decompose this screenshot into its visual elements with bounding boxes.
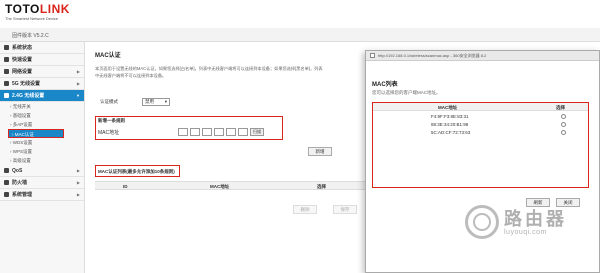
mac-address: 5C:AD:CF:72:73:63 — [431, 129, 471, 135]
popup-url: http://192.168.0.1/wireless/scanmac.asp … — [378, 52, 487, 58]
subitem-wireless-switch[interactable]: › 无线开关 — [0, 102, 84, 111]
table-row: 5C:AD:CF:72:73:63 — [373, 128, 588, 136]
watermark: 路由器 luyouqi.com — [465, 205, 567, 239]
firewall-icon — [4, 180, 9, 185]
monitor-icon — [4, 45, 9, 50]
chevron-right-icon: ▶ — [76, 81, 80, 86]
table-row: F4:9F:F3:8E:83:31 — [373, 112, 588, 120]
page-description: 本页面用于设置无线的MAC认证，如果您选择[白名单]，列表中无线客户端将可以连接… — [95, 66, 323, 78]
page-icon — [370, 53, 375, 58]
firmware-version: 固件版本 V5.2.C — [12, 33, 49, 39]
mac-list-title: MAC认证列表(最多允许添加10条规则) — [98, 169, 175, 174]
table-row: 88:3E:34:20:B1:98 — [373, 120, 588, 128]
popup-description: 您可以选择您的客户端MAC地址。 — [372, 90, 441, 95]
delete-button[interactable]: 删除 — [293, 205, 317, 214]
mac-list-title-box: MAC认证列表(最多允许添加10条规则) — [95, 165, 180, 177]
version-bar: 固件版本 V5.2.C — [0, 28, 600, 42]
auth-mode-select[interactable]: 禁用 ▾ — [142, 98, 170, 106]
add-button[interactable]: 新增 — [308, 147, 332, 156]
col-mac: MAC地址 — [438, 104, 458, 110]
sidebar-item-network[interactable]: 网络设置 ▶ — [0, 66, 84, 78]
auth-mode-label: 认证模式 — [100, 99, 118, 104]
chevron-down-icon: ▼ — [76, 93, 80, 98]
col-select: 选择 — [317, 184, 326, 189]
scan-button[interactable]: 扫描 — [250, 128, 264, 136]
sidebar-item-5g-wireless[interactable]: 5G 无线设置 ▶ — [0, 78, 84, 90]
col-select: 选择 — [556, 104, 565, 110]
subitem-wds[interactable]: › WDS设置 — [0, 138, 84, 147]
subitem-multi-ap[interactable]: › 多AP设置 — [0, 120, 84, 129]
mac-octet-input[interactable] — [202, 128, 212, 136]
select-radio[interactable] — [561, 129, 566, 135]
wifi-icon — [4, 81, 9, 86]
wifi-icon — [4, 93, 9, 98]
sidebar-item-24g-wireless[interactable]: 2.4G 无线设置 ▼ — [0, 90, 84, 102]
chevron-right-icon: ▶ — [76, 180, 80, 185]
sidebar-item-system-status[interactable]: 系统状态 — [0, 42, 84, 54]
select-radio[interactable] — [561, 113, 566, 119]
sidebar-item-quick-setup[interactable]: 快速设置 — [0, 54, 84, 66]
col-mac: MAC地址 — [210, 184, 230, 189]
chevron-right-icon: ▶ — [76, 168, 80, 173]
mac-table-header: ID MAC地址 选择 — [95, 181, 365, 190]
scan-mac-table: MAC地址 选择 F4:9F:F3:8E:83:31 88:3E:34:20:B… — [372, 102, 589, 207]
chevron-down-icon: ▾ — [164, 99, 167, 104]
scan-table-header: MAC地址 选择 — [373, 103, 588, 111]
save-button[interactable]: 保存 — [333, 205, 357, 214]
popup-title: MAC列表 — [372, 82, 398, 88]
header: TOTOLINK The Smartest Network Device — [0, 0, 600, 28]
mac-octet-input[interactable] — [214, 128, 224, 136]
auth-mode-row: 认证模式 禁用 ▾ — [100, 98, 170, 106]
mac-address: 88:3E:34:20:B1:98 — [431, 121, 469, 127]
subitem-mac-auth[interactable]: › MAC认证 — [8, 129, 64, 138]
chevron-right-icon: ▶ — [76, 192, 80, 197]
page-title: MAC认证 — [95, 53, 121, 59]
mac-octet-input[interactable] — [190, 128, 200, 136]
new-rule-box: 新增一条规则 MAC地址 扫描 — [95, 116, 283, 140]
subitem-wps[interactable]: › WPS设置 — [0, 147, 84, 156]
mac-address: F4:9F:F3:8E:83:31 — [431, 113, 469, 119]
mac-input-row: MAC地址 扫描 — [98, 128, 264, 136]
sidebar-item-system-admin[interactable]: 系统管理 ▶ — [0, 189, 84, 201]
mac-octet-input[interactable] — [238, 128, 248, 136]
mac-octet-input[interactable] — [178, 128, 188, 136]
wand-icon — [4, 57, 9, 62]
chevron-right-icon: ▶ — [76, 69, 80, 74]
col-id: ID — [123, 184, 128, 189]
mac-list-popup: http://192.168.0.1/wireless/scanmac.asp … — [365, 50, 600, 273]
sidebar-item-qos[interactable]: QoS ▶ — [0, 165, 84, 177]
sidebar: 系统状态 快速设置 网络设置 ▶ 5G 无线设置 ▶ 2.4G 无线设置 ▼ › 无线… — [0, 42, 85, 273]
totolink-logo: TOTOLINK The Smartest Network Device — [5, 2, 70, 22]
subitem-basic-settings[interactable]: › 基础设置 — [0, 111, 84, 120]
new-rule-title: 新增一条规则 — [98, 118, 125, 123]
select-radio[interactable] — [561, 121, 566, 127]
main-content: MAC认证 本页面用于设置无线的MAC认证，如果您选择[白名单]，列表中无线客户… — [95, 50, 365, 214]
mac-octet-input[interactable] — [226, 128, 236, 136]
gear-icon — [4, 192, 9, 197]
mac-label: MAC地址 — [98, 129, 120, 136]
qos-icon — [4, 168, 9, 173]
popup-titlebar: http://192.168.0.1/wireless/scanmac.asp … — [366, 51, 599, 61]
sidebar-item-firewall[interactable]: 防火墙 ▶ — [0, 177, 84, 189]
network-icon — [4, 69, 9, 74]
router-logo-icon — [465, 205, 499, 239]
